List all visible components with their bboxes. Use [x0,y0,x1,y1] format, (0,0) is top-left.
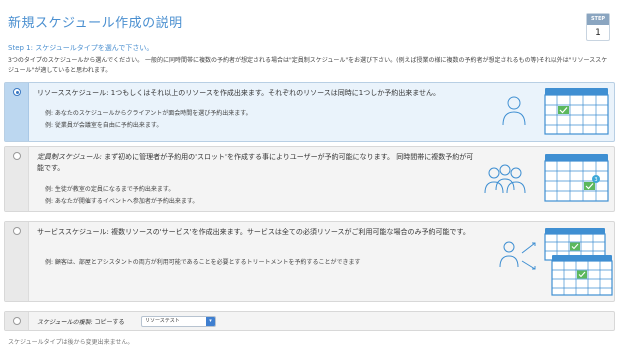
calendar-icon [544,88,609,135]
option-bullet: 例: 従業員が会議室を自由に予約出来ます。 [45,122,163,129]
option-service-schedule[interactable]: サービススケジュール: 複数リソースの'サービス'を作成出来ます。サービスは全て… [4,221,615,302]
footnote: スケジュールタイプは後から変更出来ません。 [8,339,134,346]
calendar-icon: 3 [544,154,609,202]
copy-label-rest: コピーする [92,319,125,326]
people-group-icon [484,164,526,194]
radio-column[interactable] [5,147,29,211]
option-title: サービススケジュール: 複数リソースの'サービス'を作成出来ます。サービスは全て… [37,228,470,236]
radio-copy-schedule[interactable] [13,317,21,325]
chevron-down-icon[interactable]: ▾ [206,317,215,326]
option-capacity-schedule[interactable]: 定員制スケジュール: まず初めに管理者が予約用の'スロット'を作成する事によりユ… [4,146,615,212]
group-calendar-icon: 3 [484,154,609,202]
option-bullet: 例: あなたのスケジュールからクライアントが面会時間を選び予約出来ます。 [45,110,252,117]
option-title: 定員制スケジュール: まず初めに管理者が予約用の'スロット'を作成する事によりユ… [37,152,477,174]
single-person-calendar-icon [502,88,609,135]
page-title: 新規スケジュール作成の説明 [8,16,183,31]
person-icon [502,96,526,126]
option-bullet: 例: あなたが開催するイベントへ参加者が予約出来ます。 [45,198,199,205]
radio-column[interactable] [5,312,29,330]
person-icon [499,241,536,270]
radio-capacity-schedule[interactable] [13,152,21,160]
option-title: リソーススケジュール: 1つもしくはそれ以上のリソースを作成出来ます。それぞれの… [37,89,441,97]
person-multi-calendar-icon [499,228,613,296]
option-resource-schedule[interactable]: リソーススケジュール: 1つもしくはそれ以上のリソースを作成出来ます。それぞれの… [4,82,615,142]
radio-resource-schedule[interactable] [13,88,21,96]
copy-schedule-row[interactable]: スケジュールの複製: コピーする リソーステスト ▾ [4,311,615,331]
radio-service-schedule[interactable] [13,227,21,235]
calendar-icon [551,255,613,296]
copy-select-value: リソーステスト [145,318,180,324]
copy-label: スケジュールの複製: コピーする [37,317,125,326]
step-heading: Step 1: スケジュールタイプを選んで下さい。 [8,44,154,52]
option-title-rest: まず初めに管理者が予約用の'スロット'を作成する事によりユーザーが予約可能になり… [37,153,474,172]
radio-column[interactable] [5,83,29,141]
intro-text: 3つのタイプのスケジュールから選んでください。 一般的に同時間帯に複数の予約者が… [8,57,608,74]
option-title-em: 定員制スケジュール: [37,153,102,161]
copy-label-em: スケジュールの複製: [37,319,93,326]
radio-column[interactable] [5,222,29,301]
count-badge-text: 3 [594,177,597,183]
step-number: 1 [595,28,601,38]
option-bullet: 例: 顧客は、部屋とアシスタントの両方が利用可能であることを必要とするトリートメ… [45,259,361,266]
step-label: STEP [587,14,609,25]
option-bullet: 例: 生徒が教室の定員になるまで予約出来ます。 [45,186,175,193]
step-indicator: STEP 1 [586,13,610,41]
copy-source-select[interactable]: リソーステスト ▾ [141,316,216,327]
